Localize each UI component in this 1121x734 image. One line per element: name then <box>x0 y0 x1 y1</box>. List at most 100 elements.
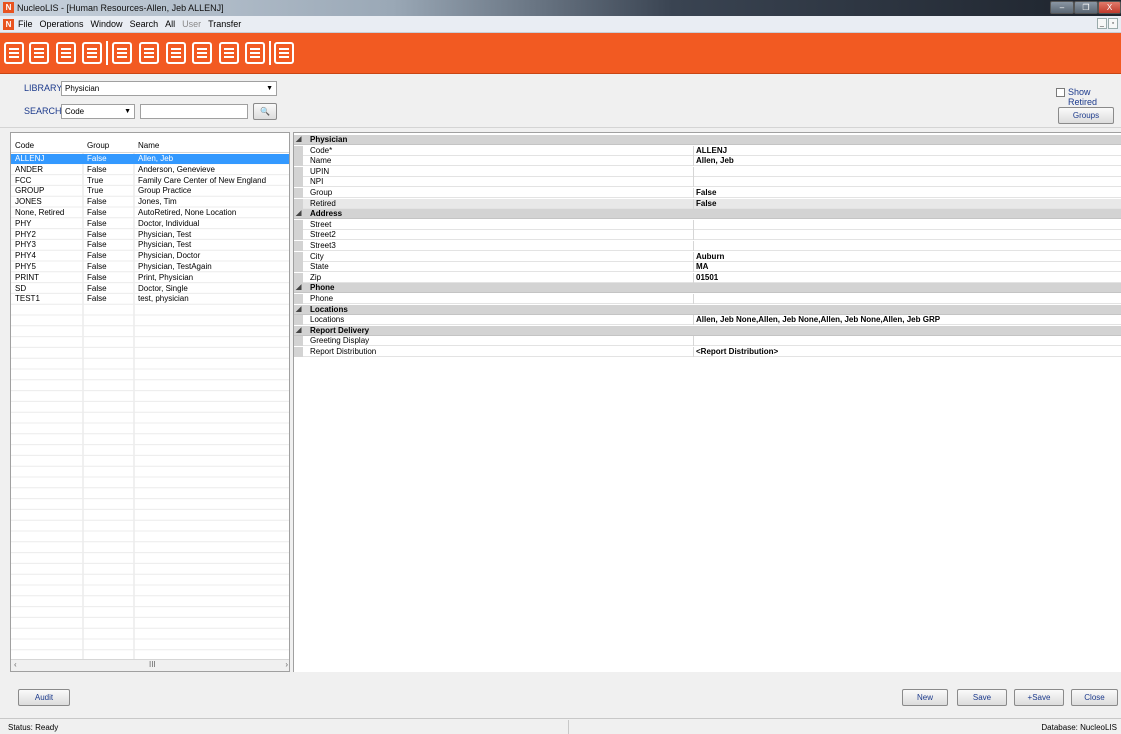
menu-search[interactable]: Search <box>130 19 159 29</box>
property-row[interactable]: City Auburn <box>294 251 1121 262</box>
close-button[interactable]: Close <box>1071 689 1118 706</box>
column-header-code[interactable]: Code <box>15 141 34 150</box>
property-row[interactable]: UPIN <box>294 166 1121 177</box>
table-row[interactable]: ANDER False Anderson, Genevieve <box>11 165 289 175</box>
tools-icon[interactable] <box>245 42 265 64</box>
table-row[interactable]: PHY4 False Physician, Doctor <box>11 251 289 261</box>
property-row[interactable]: Name Allen, Jeb <box>294 156 1121 167</box>
property-value[interactable]: ALLENJ <box>696 146 727 156</box>
property-row[interactable]: State MA <box>294 262 1121 273</box>
property-value[interactable]: MA <box>696 262 708 272</box>
property-row[interactable]: Street3 <box>294 241 1121 251</box>
property-row[interactable]: Report Distribution <Report Distribution> <box>294 347 1121 357</box>
menu-operations[interactable]: Operations <box>40 19 84 29</box>
mdi-restore-button[interactable]: ▫ <box>1108 18 1118 29</box>
find-button[interactable]: 🔍 <box>253 103 277 120</box>
table-row[interactable]: GROUP True Group Practice <box>11 186 289 196</box>
property-row[interactable]: Group False <box>294 188 1121 198</box>
audit-button[interactable]: Audit <box>18 689 70 706</box>
collapse-icon[interactable]: ◢ <box>296 305 301 315</box>
menu-all[interactable]: All <box>165 19 175 29</box>
close-window-button[interactable]: X <box>1098 1 1121 14</box>
table-row[interactable]: ALLENJ False Allen, Jeb <box>11 154 289 164</box>
reports-icon[interactable] <box>112 42 132 64</box>
menu-window[interactable]: Window <box>91 19 123 29</box>
export-icon[interactable] <box>274 42 294 64</box>
category-title: Physician <box>310 135 348 144</box>
property-row[interactable]: Phone <box>294 294 1121 304</box>
user-search-icon[interactable] <box>192 42 212 64</box>
maximize-button[interactable]: ❐ <box>1074 1 1098 14</box>
mdi-child-icon[interactable]: N <box>3 19 14 30</box>
cell-name: Physician, Test <box>138 229 192 239</box>
collapse-icon[interactable]: ◢ <box>296 209 301 219</box>
category-header[interactable]: ◢ Phone <box>294 283 1121 294</box>
scroll-left-icon[interactable]: ‹ <box>14 660 17 669</box>
table-row[interactable]: FCC True Family Care Center of New England <box>11 176 289 186</box>
groups-button[interactable]: Groups <box>1058 107 1114 124</box>
table-row[interactable]: PHY2 False Physician, Test <box>11 229 289 240</box>
property-row[interactable]: Code* ALLENJ <box>294 145 1121 156</box>
document-icon[interactable] <box>166 42 186 64</box>
barcode-icon[interactable] <box>139 42 159 64</box>
property-value[interactable]: False <box>696 188 716 198</box>
row-gutter <box>294 198 303 209</box>
property-row[interactable]: Zip 01501 <box>294 272 1121 283</box>
collapse-icon[interactable]: ◢ <box>296 283 301 293</box>
chevron-down-icon: ▼ <box>266 85 273 92</box>
scroll-thumb[interactable]: III <box>149 660 156 669</box>
table-row[interactable]: PHY False Doctor, Individual <box>11 219 289 229</box>
property-row[interactable]: Greeting Display <box>294 336 1121 347</box>
toolbar-separator <box>269 41 271 65</box>
property-value[interactable]: <Report Distribution> <box>696 347 778 357</box>
property-row[interactable]: Street <box>294 219 1121 230</box>
minimize-button[interactable]: – <box>1050 1 1074 14</box>
search-field-select[interactable]: Code ▼ <box>61 104 135 119</box>
category-header[interactable]: ◢ Physician <box>294 135 1121 145</box>
show-retired-checkbox[interactable] <box>1056 88 1065 97</box>
search-input[interactable] <box>140 104 248 119</box>
property-value[interactable]: Allen, Jeb <box>696 156 734 166</box>
column-header-group[interactable]: Group <box>87 141 109 150</box>
new-button[interactable]: New <box>902 689 948 706</box>
cell-group: False <box>87 154 107 163</box>
collapse-icon[interactable]: ◢ <box>296 135 301 145</box>
printer-icon[interactable] <box>82 42 102 64</box>
property-row[interactable]: NPI <box>294 177 1121 188</box>
library-select[interactable]: Physician ▼ <box>61 81 277 96</box>
property-value[interactable]: Allen, Jeb None,Allen, Jeb None,Allen, J… <box>696 315 940 325</box>
property-value[interactable]: 01501 <box>696 273 718 283</box>
table-row[interactable]: JONES False Jones, Tim <box>11 197 289 207</box>
cell-code: PHY4 <box>15 251 36 261</box>
property-value[interactable]: False <box>696 199 716 209</box>
mdi-minimize-button[interactable]: _ <box>1097 18 1107 29</box>
horizontal-scrollbar[interactable]: ‹ III › <box>11 659 289 671</box>
certificate-icon[interactable] <box>219 42 239 64</box>
dna-icon[interactable] <box>29 42 49 64</box>
property-value[interactable]: Auburn <box>696 252 724 262</box>
save-button[interactable]: Save <box>957 689 1007 706</box>
table-row[interactable]: PRINT False Print, Physician <box>11 273 289 283</box>
menu-transfer[interactable]: Transfer <box>208 19 241 29</box>
collapse-icon[interactable]: ◢ <box>296 326 301 336</box>
property-row[interactable]: Street2 <box>294 230 1121 241</box>
show-retired-label[interactable]: Show Retired <box>1068 87 1121 107</box>
property-row[interactable]: Retired False <box>294 198 1121 209</box>
property-row[interactable]: Locations Allen, Jeb None,Allen, Jeb None… <box>294 315 1121 326</box>
barcode-grid-icon[interactable] <box>56 42 76 64</box>
menu-file[interactable]: File <box>18 19 33 29</box>
property-name: Zip <box>310 272 322 282</box>
scroll-right-icon[interactable]: › <box>285 660 288 669</box>
category-header[interactable]: ◢ Report Delivery <box>294 325 1121 336</box>
plus-save-button[interactable]: +Save <box>1014 689 1064 706</box>
category-header[interactable]: ◢ Locations <box>294 304 1121 315</box>
table-row[interactable]: SD False Doctor, Single <box>11 284 289 294</box>
table-row[interactable]: TEST1 False test, physician <box>11 294 289 304</box>
table-row[interactable]: PHY5 False Physician, TestAgain <box>11 262 289 272</box>
category-header[interactable]: ◢ Address <box>294 209 1121 220</box>
new-test-icon[interactable] <box>4 42 24 64</box>
column-header-name[interactable]: Name <box>138 141 159 150</box>
table-row[interactable]: PHY3 False Physician, Test <box>11 240 289 250</box>
table-row[interactable]: None, Retired False AutoRetired, None Loca… <box>11 208 289 218</box>
menu-user[interactable]: User <box>182 19 201 29</box>
